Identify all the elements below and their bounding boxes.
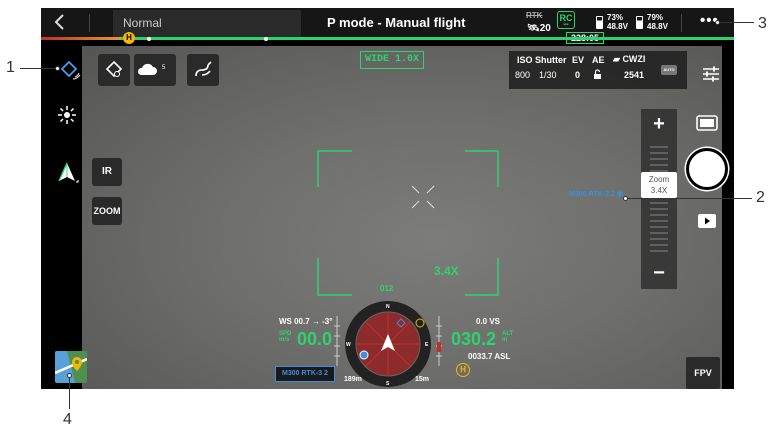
auto-mode-badge: AUTO [661, 65, 677, 75]
weather-sub-label: 5 [162, 65, 166, 71]
ir-camera-button[interactable]: IR [92, 158, 122, 186]
callout-line [718, 22, 754, 23]
waypoint-icon[interactable] [60, 60, 82, 82]
storage-code: CWZI [622, 54, 646, 64]
callout-4: 4 [63, 411, 72, 428]
battery1-voltage: 48.8V [607, 22, 628, 31]
flight-route-button[interactable] [187, 54, 219, 86]
callout-3: 3 [758, 15, 767, 32]
storage-label: ▰ CWZI [613, 54, 645, 65]
playback-button[interactable] [698, 214, 716, 228]
horizontal-speed-value: 00.0 [297, 329, 333, 349]
flight-status-title[interactable]: P mode - Manual flight [327, 15, 465, 30]
altitude-asl: 0033.7 ASL [468, 352, 511, 361]
peer-aircraft-label[interactable]: M300 RTK-3 2 ◉ [569, 190, 623, 198]
brightness-icon[interactable] [57, 105, 77, 125]
progress-dot [264, 37, 268, 41]
home-marker: H [123, 32, 135, 44]
shutter-button[interactable] [686, 148, 728, 190]
peer-aircraft-box[interactable]: M300 RTK-3 2 [275, 366, 335, 382]
compass-north: N [386, 304, 390, 310]
map-view-button[interactable] [55, 351, 87, 383]
home-distance: 15m [415, 376, 430, 383]
sd-card-icon: ▰ [613, 54, 620, 64]
callout-1: 1 [6, 59, 15, 76]
peer-aircraft-icon: ◉ [616, 191, 623, 198]
svg-text:W: W [346, 342, 351, 348]
callout-dot [715, 20, 720, 25]
battery2-status[interactable]: 79% 48.8V [647, 13, 668, 31]
shutter-label: Shutter [535, 55, 567, 65]
photo-video-switch-icon[interactable] [695, 113, 719, 133]
battery1-status[interactable]: 73% 48.8V [607, 13, 628, 31]
callout-line [20, 68, 57, 69]
divider [681, 14, 682, 32]
callout-2: 2 [756, 189, 765, 206]
ar-projection-icon[interactable] [55, 161, 79, 185]
zoom-in-button[interactable]: + [641, 109, 677, 141]
ev-label: EV [572, 55, 585, 65]
satellite-count[interactable]: 🛰20 [527, 23, 551, 34]
battery-icon [596, 16, 603, 29]
peer-distance: 189m [344, 376, 362, 383]
settings-sliders-icon[interactable] [701, 64, 721, 84]
satellite-count-value: 20 [539, 23, 551, 34]
divider [89, 14, 90, 32]
compass-heading: 012 [380, 284, 394, 293]
zoom-tooltip-value: 3.4X [650, 186, 668, 195]
peer-aircraft-name: M300 RTK-3 2 [569, 191, 615, 198]
battery2-percent: 79% [647, 13, 664, 22]
battery-critical-segment [41, 37, 121, 40]
iso-label: ISO [517, 55, 533, 65]
zoom-tooltip-title: Zoom [648, 175, 670, 184]
chevron-left-icon [54, 14, 64, 30]
progress-dot [147, 37, 151, 41]
altitude-value: 030.2 [451, 329, 497, 349]
storage-value: 2541 [624, 70, 645, 80]
zoom-camera-button[interactable]: ZOOM [92, 197, 122, 225]
rc-signal-badge[interactable]: RC ••• [557, 11, 575, 29]
pin-point-button[interactable] [98, 54, 130, 86]
altitude-scale [436, 316, 442, 366]
ev-value: 0 [575, 70, 581, 80]
iso-value: 800 [515, 70, 531, 80]
zoom-factor-readout: 3.4X [434, 264, 459, 278]
back-button[interactable] [53, 11, 75, 35]
satellite-icon: 🛰 [527, 23, 540, 34]
weather-button[interactable]: 5 [134, 54, 176, 86]
fpv-view-button[interactable]: FPV [686, 357, 720, 389]
cloud-icon [137, 63, 157, 75]
callout-line [69, 376, 70, 409]
play-icon [705, 217, 710, 225]
battery-icon [636, 16, 643, 29]
wind-speed: WS 00.7 → -3° [279, 317, 333, 326]
zoom-out-button[interactable]: − [641, 258, 677, 290]
top-bar: Normal P mode - Manual flight RTK 🛰20 RC… [41, 8, 734, 44]
ae-lock-icon [594, 69, 601, 79]
callout-line [626, 198, 752, 199]
speed-unit: m/s [279, 337, 290, 343]
callout-dot [55, 66, 60, 71]
flight-mode-value: Normal [123, 16, 162, 30]
callout-dot [623, 196, 628, 201]
vertical-speed: 0.0 VS [476, 317, 501, 326]
speed-label: SPD m/s [279, 331, 291, 343]
zoom-tooltip: Zoom 3.4X [641, 172, 677, 198]
battery2-voltage: 48.8V [647, 22, 668, 31]
lens-zoom-label[interactable]: WIDE 1.0X [360, 51, 424, 69]
ae-label: AE [592, 55, 605, 65]
speed-scale [334, 316, 340, 366]
altitude-unit: m [502, 337, 508, 343]
camera-parameters-panel[interactable]: ISO 800 Shutter 1/30 EV 0 AE ▰ CWZI 2541… [509, 51, 687, 89]
battery-progress-bar [41, 37, 734, 40]
battery1-percent: 73% [607, 13, 624, 22]
map-icon [55, 351, 87, 383]
pin-point-icon [105, 60, 123, 78]
route-icon [195, 61, 212, 77]
shutter-value: 1/30 [539, 70, 557, 80]
home-point-icon: H [456, 363, 470, 377]
altitude-label: ALT m [502, 331, 513, 343]
rtk-status[interactable]: RTK [526, 11, 542, 20]
callout-dot [67, 373, 72, 378]
